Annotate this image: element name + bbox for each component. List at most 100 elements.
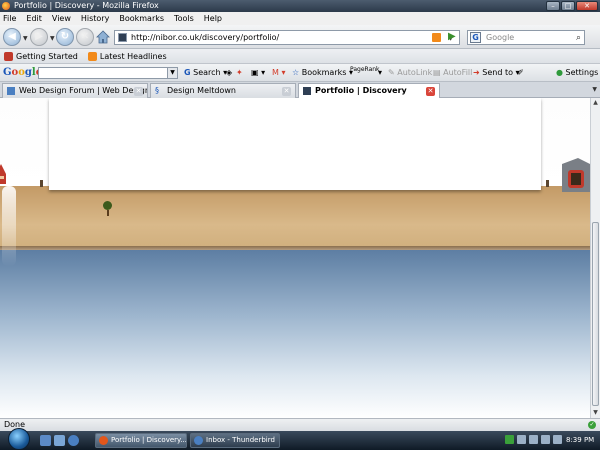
search-icon[interactable]: ⌕: [576, 32, 581, 45]
scroll-up-icon[interactable]: ▲: [591, 98, 600, 108]
taskbar-firefox[interactable]: Portfolio | Discovery...: [95, 433, 187, 448]
task-label: Portfolio | Discovery...: [111, 436, 187, 444]
tab-web-design-forum[interactable]: Web Design Forum | Web Design C... ✕: [2, 83, 148, 98]
menu-file[interactable]: File: [3, 14, 16, 23]
window-title: Portfolio | Discovery - Mozilla Firefox: [14, 1, 159, 10]
bookmark-label: Latest Headlines: [99, 51, 167, 61]
maximize-button[interactable]: □: [561, 1, 575, 11]
page-scrollbar[interactable]: ▲ ▼: [590, 98, 600, 418]
google-bookmarks-label: Bookmarks: [301, 68, 347, 77]
taskbar-clock[interactable]: 8:39 PM: [566, 436, 594, 444]
start-button[interactable]: [8, 428, 30, 450]
switch-windows-icon[interactable]: [54, 435, 65, 446]
search-placeholder: Google: [486, 33, 515, 42]
pagerank-dropdown-icon[interactable]: ▾: [378, 68, 382, 77]
go-button[interactable]: ▶: [448, 31, 460, 43]
tab-favicon-icon: [7, 87, 15, 95]
scroll-down-icon[interactable]: ▼: [591, 408, 600, 418]
thunderbird-task-icon: [194, 436, 203, 445]
autofill-button[interactable]: ▤ AutoFill: [433, 68, 472, 77]
window-titlebar: Portfolio | Discovery - Mozilla Firefox …: [0, 0, 600, 12]
status-bar: Done ✓: [0, 418, 600, 431]
tab-list-dropdown-icon[interactable]: ▼: [592, 86, 597, 93]
tab-design-meltdown[interactable]: § Design Meltdown ✕: [150, 83, 296, 98]
menu-help[interactable]: Help: [204, 14, 222, 23]
close-tab-icon[interactable]: ✕: [282, 87, 291, 96]
tab-label: Web Design Forum | Web Design C...: [19, 86, 147, 95]
menu-history[interactable]: History: [81, 14, 109, 23]
scrollbar-thumb[interactable]: [592, 222, 599, 406]
network-icon[interactable]: [517, 435, 526, 444]
news-icon[interactable]: ◈: [226, 68, 232, 77]
taskbar-thunderbird[interactable]: Inbox - Thunderbird: [190, 433, 280, 448]
bookmark-getting-started[interactable]: Getting Started: [4, 51, 78, 61]
settings-icon: ●: [556, 68, 563, 77]
portfolio-screen-panel: [49, 98, 541, 190]
home-icon[interactable]: [96, 30, 110, 44]
menu-bar: File Edit View History Bookmarks Tools H…: [0, 12, 600, 25]
firefox-icon: [2, 2, 10, 10]
status-check-icon[interactable]: ✓: [588, 421, 596, 429]
window-controls: – □ ✕: [546, 1, 598, 11]
google-logo[interactable]: Google: [3, 67, 42, 78]
url-text: http://nibor.co.uk/discovery/portfolio/: [131, 33, 280, 42]
settings-label: Settings: [565, 68, 599, 77]
settings-button[interactable]: ● Settings ▾: [556, 68, 600, 77]
tree-trunk: [106, 210, 109, 216]
tree-crown: [103, 201, 112, 210]
forward-history-dropdown-icon[interactable]: ▼: [50, 35, 55, 42]
back-history-dropdown-icon[interactable]: ▼: [23, 35, 28, 42]
show-desktop-icon[interactable]: [40, 435, 51, 446]
google-toolbar: Google ▼ G Search ▾ ◈ ✦ ▣ ▾ M ▾ ☆ Bookma…: [0, 64, 600, 82]
spellcheck-icon[interactable]: ▣ ▾: [251, 68, 265, 77]
tray-expand-icon[interactable]: [505, 435, 514, 444]
search-g-icon: G: [184, 68, 191, 77]
autolink-button[interactable]: ✎ AutoLink: [388, 68, 432, 77]
tab-portfolio-discovery[interactable]: Portfolio | Discovery ✕: [298, 83, 440, 99]
rss-feed-icon[interactable]: [432, 33, 441, 42]
pencil-icon[interactable]: ✐: [517, 68, 524, 77]
pagerank-indicator: PageRank: [350, 66, 380, 73]
close-tab-icon[interactable]: ✕: [134, 87, 143, 96]
tab-bar: Web Design Forum | Web Design C... ✕ § D…: [0, 82, 600, 99]
google-search-button[interactable]: G Search ▾: [184, 68, 227, 77]
tree-illustration: [103, 201, 112, 216]
menu-bookmarks[interactable]: Bookmarks: [119, 14, 164, 23]
gmail-icon[interactable]: M ▾: [272, 68, 285, 77]
rocket-illustration: [0, 164, 6, 184]
fence-post: [546, 180, 549, 187]
internet-explorer-icon[interactable]: [68, 435, 79, 446]
bookmark-latest-headlines[interactable]: Latest Headlines: [87, 51, 167, 61]
popup-blocker-icon[interactable]: ✦: [236, 68, 243, 77]
url-bar[interactable]: http://nibor.co.uk/discovery/portfolio/ …: [114, 30, 460, 45]
back-button[interactable]: ◀: [3, 28, 21, 46]
send-to-button[interactable]: ➜ Send to ▾: [473, 68, 520, 77]
getting-started-icon: [4, 51, 13, 61]
tray-app-icon[interactable]: [541, 435, 550, 444]
tray-app-icon[interactable]: [553, 435, 562, 444]
task-label: Inbox - Thunderbird: [206, 436, 275, 444]
google-search-dropdown-icon[interactable]: ▼: [167, 68, 177, 78]
tab-favicon-icon: §: [155, 86, 159, 95]
volume-icon[interactable]: [529, 435, 538, 444]
menu-edit[interactable]: Edit: [26, 14, 42, 23]
close-window-button[interactable]: ✕: [576, 1, 598, 11]
search-box[interactable]: G Google ⌕: [467, 30, 585, 45]
autolink-icon: ✎: [388, 68, 395, 77]
search-engine-icon[interactable]: G: [470, 32, 481, 43]
forward-button[interactable]: ▶: [30, 28, 48, 46]
menu-view[interactable]: View: [52, 14, 71, 23]
windows-taskbar: Portfolio | Discovery... Inbox - Thunder…: [0, 428, 600, 450]
menu-tools[interactable]: Tools: [174, 14, 194, 23]
minimize-button[interactable]: –: [546, 1, 560, 11]
tab-label: Portfolio | Discovery: [315, 86, 407, 95]
reload-button[interactable]: ↻: [56, 28, 74, 46]
desert-ground: [0, 186, 590, 251]
navigation-toolbar: ◀ ▼ ▶ ▼ ↻ ✕ http://nibor.co.uk/discovery…: [0, 25, 600, 49]
firefox-task-icon: [99, 436, 108, 445]
google-bookmarks-button[interactable]: ☆ Bookmarks ▾: [292, 68, 353, 77]
close-tab-icon[interactable]: ✕: [426, 87, 435, 96]
water-background: [0, 250, 590, 418]
stop-button[interactable]: ✕: [76, 28, 94, 46]
google-search-input[interactable]: ▼: [38, 67, 178, 79]
